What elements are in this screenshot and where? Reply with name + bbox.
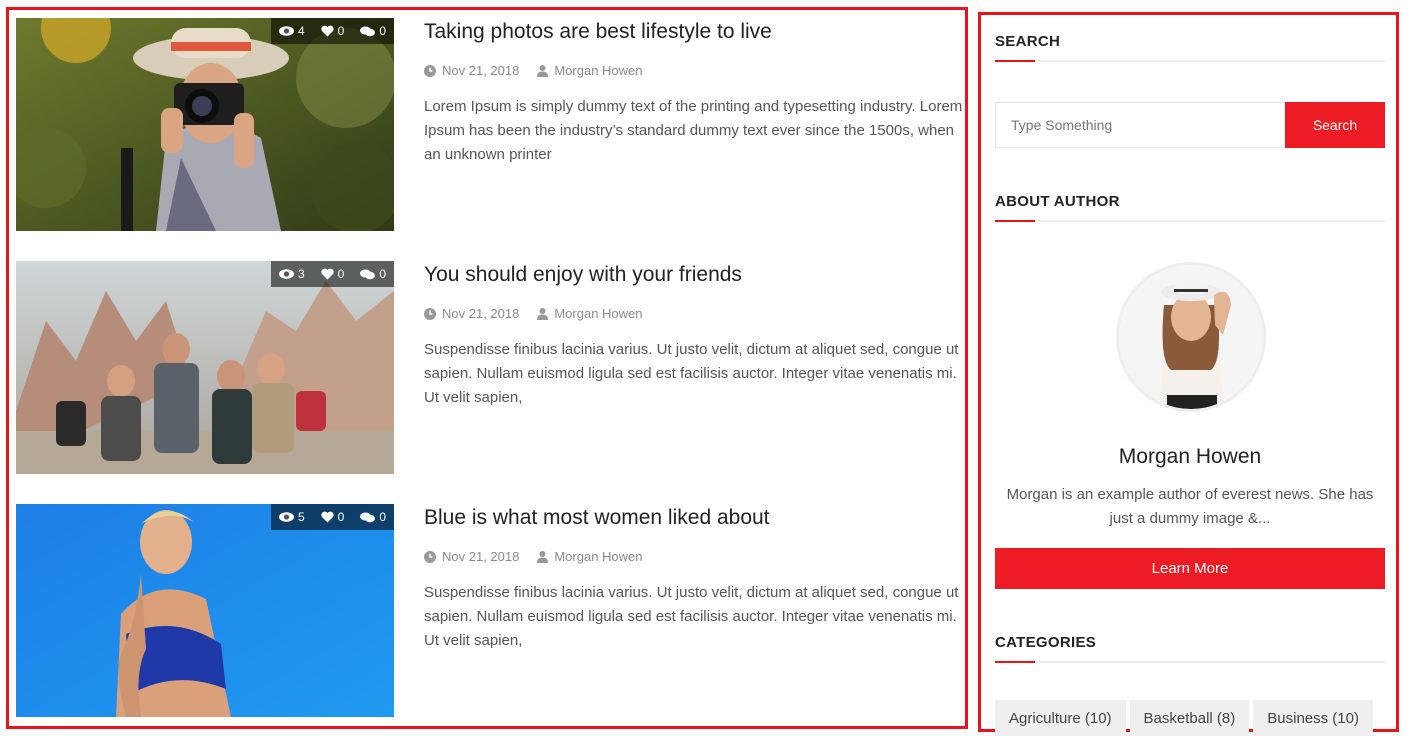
post-date-text: Nov 21, 2018: [442, 549, 520, 564]
clock-icon: [424, 64, 436, 77]
views-count: 5: [297, 510, 305, 524]
post-title[interactable]: You should enjoy with your friends: [424, 262, 966, 288]
comments-icon: [360, 269, 376, 279]
post-body: Blue is what most women liked about Nov …: [424, 504, 966, 653]
likes-stat[interactable]: 0: [320, 510, 345, 524]
search-button[interactable]: Search: [1285, 102, 1385, 148]
about-author-divider: [995, 220, 1385, 222]
post-stats-bar: 5 0 0: [270, 504, 394, 530]
views-stat: 4: [278, 24, 305, 38]
post-meta: Nov 21, 2018 Morgan Howen: [424, 63, 966, 78]
views-stat: 5: [278, 510, 305, 524]
post-stats-bar: 3 0 0: [270, 261, 394, 287]
post-author-name: Morgan Howen: [554, 63, 643, 78]
views-count: 3: [297, 267, 305, 281]
search-widget-title: SEARCH: [995, 33, 1061, 50]
photographer-image: [16, 18, 394, 231]
post-excerpt: Lorem Ipsum is simply dummy text of the …: [424, 98, 963, 163]
post-stats-bar: 4 0 0: [270, 18, 394, 44]
friends-hiking-image: [16, 261, 394, 474]
category-tag-agriculture[interactable]: Agriculture (10): [995, 700, 1126, 736]
comments-stat[interactable]: 0: [360, 267, 386, 281]
post-thumbnail-friends[interactable]: 3 0 0: [16, 261, 394, 474]
author-name: Morgan Howen: [1118, 445, 1262, 468]
learn-more-button[interactable]: Learn More: [995, 548, 1385, 589]
post-excerpt: Suspendisse finibus lacinia varius. Ut j…: [424, 341, 959, 406]
comments-icon: [360, 512, 376, 522]
user-icon: [537, 64, 549, 77]
heart-icon: [320, 511, 334, 523]
post-body: Taking photos are best lifestyle to live…: [424, 18, 966, 167]
user-icon: [537, 307, 549, 320]
likes-stat[interactable]: 0: [320, 267, 345, 281]
main-content-frame: 4 0 0 Taking photos are best lifestyle t…: [6, 7, 968, 729]
author-avatar: [1116, 262, 1266, 412]
comments-stat[interactable]: 0: [360, 510, 386, 524]
category-tag-business[interactable]: Business (10): [1253, 700, 1373, 736]
post-author[interactable]: Morgan Howen: [537, 306, 643, 321]
post-title[interactable]: Blue is what most women liked about: [424, 505, 966, 531]
post-card: 4 0 0 Taking photos are best lifestyle t…: [16, 18, 966, 231]
eye-icon: [278, 512, 294, 522]
post-meta: Nov 21, 2018 Morgan Howen: [424, 306, 966, 321]
heart-icon: [320, 25, 334, 37]
categories-divider: [995, 661, 1385, 663]
post-title[interactable]: Taking photos are best lifestyle to live: [424, 19, 966, 45]
categories-title: CATEGORIES: [995, 634, 1097, 651]
likes-count: 0: [337, 267, 345, 281]
eye-icon: [278, 269, 294, 279]
post-meta: Nov 21, 2018 Morgan Howen: [424, 549, 966, 564]
likes-count: 0: [337, 510, 345, 524]
post-date: Nov 21, 2018: [424, 63, 519, 78]
about-author-title: ABOUT AUTHOR: [995, 193, 1120, 210]
post-thumbnail-photographer[interactable]: 4 0 0: [16, 18, 394, 231]
heart-icon: [320, 268, 334, 280]
user-icon: [537, 550, 549, 563]
post-body: You should enjoy with your friends Nov 2…: [424, 261, 966, 410]
post-card: 5 0 0 Blue is what most women liked abou…: [16, 504, 966, 717]
post-card: 3 0 0 You should enjoy with your friends…: [16, 261, 966, 474]
post-date: Nov 21, 2018: [424, 306, 519, 321]
comments-count: 0: [379, 24, 386, 38]
comments-count: 0: [379, 510, 386, 524]
likes-count: 0: [337, 24, 345, 38]
post-author[interactable]: Morgan Howen: [537, 63, 643, 78]
post-date: Nov 21, 2018: [424, 549, 519, 564]
author-photo: [1119, 265, 1263, 409]
views-count: 4: [297, 24, 305, 38]
comments-stat[interactable]: 0: [360, 24, 386, 38]
comments-count: 0: [379, 267, 386, 281]
eye-icon: [278, 26, 294, 36]
post-date-text: Nov 21, 2018: [442, 63, 520, 78]
sidebar-frame: SEARCH Search ABOUT AUTHOR Morgan Howen …: [978, 12, 1399, 736]
post-thumbnail-blue[interactable]: 5 0 0: [16, 504, 394, 717]
woman-blue-sky-image: [16, 504, 394, 717]
category-tag-basketball[interactable]: Basketball (8): [1129, 700, 1250, 736]
post-author-name: Morgan Howen: [554, 549, 643, 564]
search-widget-divider: [995, 60, 1385, 62]
post-author[interactable]: Morgan Howen: [537, 549, 643, 564]
post-author-name: Morgan Howen: [554, 306, 643, 321]
category-list: Agriculture (10) Basketball (8) Business…: [995, 700, 1373, 736]
author-bio: Morgan is an example author of everest n…: [1006, 486, 1374, 527]
clock-icon: [424, 550, 436, 563]
search-input[interactable]: [995, 102, 1285, 148]
views-stat: 3: [278, 267, 305, 281]
post-date-text: Nov 21, 2018: [442, 306, 520, 321]
clock-icon: [424, 307, 436, 320]
likes-stat[interactable]: 0: [320, 24, 345, 38]
comments-icon: [360, 26, 376, 36]
post-excerpt: Suspendisse finibus lacinia varius. Ut j…: [424, 584, 959, 649]
search-form: Search: [995, 102, 1385, 148]
